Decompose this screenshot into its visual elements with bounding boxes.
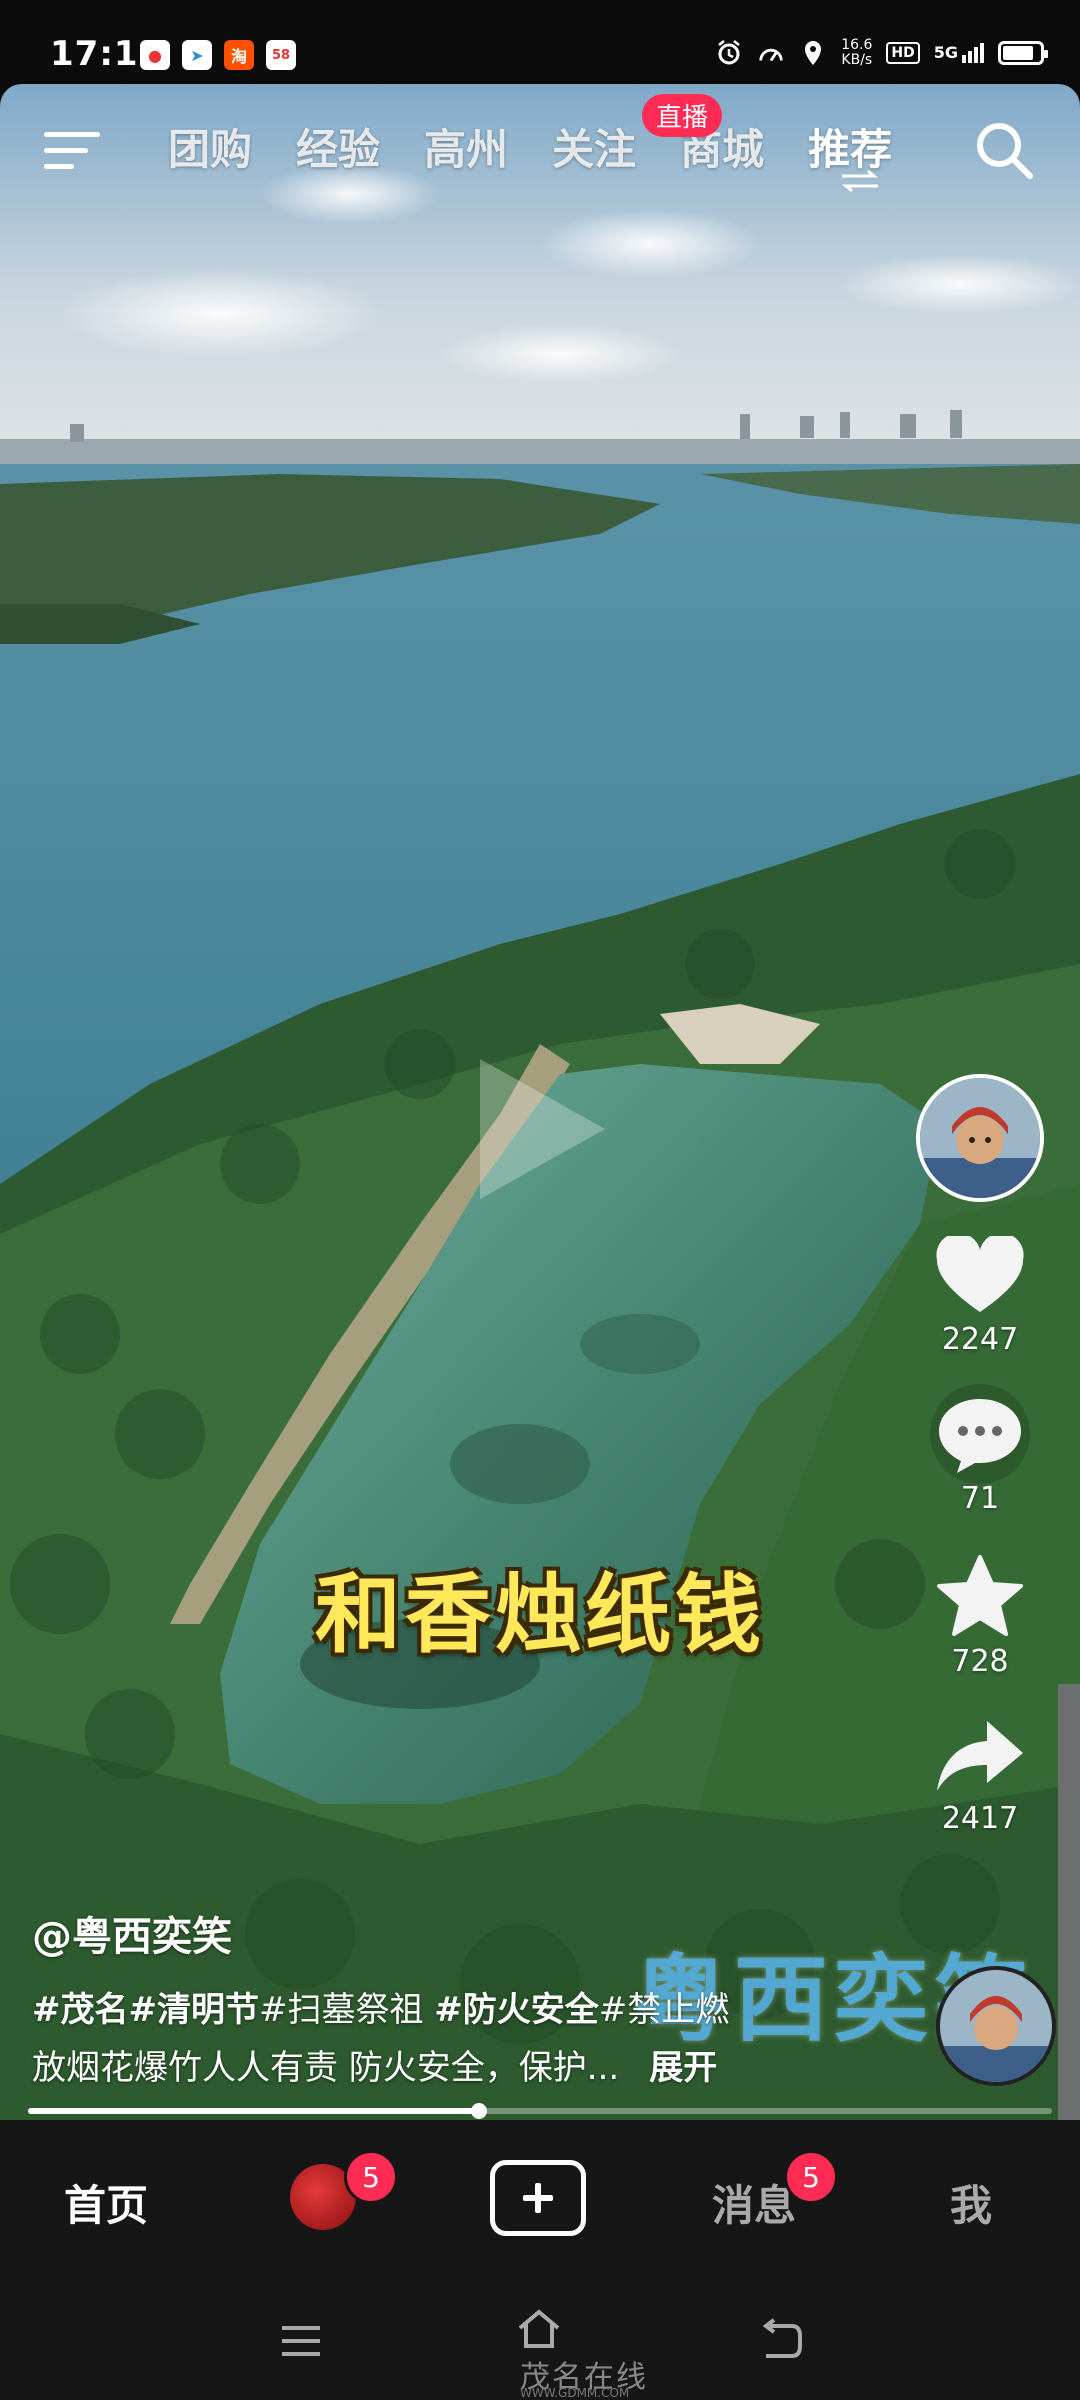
hd-icon: HD: [886, 42, 920, 64]
author-name[interactable]: @粤西奕笑: [32, 1904, 232, 1962]
share-count: 2417: [941, 1801, 1019, 1836]
58-icon: 58: [266, 40, 296, 70]
status-bar: 17:14 ● ➤ 淘 58 16.6 KB/s HD 5G: [0, 0, 1080, 84]
comment-button[interactable]: 71: [935, 1395, 1025, 1516]
play-icon[interactable]: [470, 1054, 610, 1204]
speedometer-icon: [757, 39, 785, 67]
author-avatar[interactable]: [916, 1074, 1044, 1202]
video-description: 放烟花爆竹人人有责 防火安全，保护... 展开: [32, 2048, 718, 2088]
friends-badge: 5: [344, 2150, 398, 2204]
music-disc[interactable]: [936, 1966, 1056, 2086]
tab-group-buy[interactable]: 团购: [168, 116, 252, 177]
telegram-icon: ➤: [182, 40, 212, 70]
nav-me[interactable]: 我: [950, 2172, 992, 2233]
heart-icon: [936, 1236, 1024, 1312]
home-nav-icon[interactable]: [514, 2304, 564, 2354]
action-rail: 2247 71 728 2417: [900, 1074, 1060, 1836]
create-button[interactable]: [490, 2160, 586, 2236]
battery-icon: [998, 41, 1048, 65]
switch-arrows-icon: [841, 170, 879, 192]
video-player[interactable]: 团购 经验 高州 关注 商城 推荐 直播 和香烛纸钱 2247 71 728 2…: [0, 84, 1080, 2120]
tab-following[interactable]: 关注: [552, 116, 636, 177]
favorite-button[interactable]: 728: [935, 1554, 1025, 1679]
hashtags[interactable]: #茂名#清明节#扫墓祭祖 #防火安全#禁止燃: [32, 1982, 729, 2031]
favorite-count: 728: [951, 1644, 1009, 1679]
back-nav-icon[interactable]: [756, 2316, 806, 2366]
expand-button[interactable]: 展开: [649, 2048, 717, 2088]
notification-icons: ● ➤ 淘 58: [140, 40, 296, 70]
location-app-icon: ●: [140, 40, 170, 70]
like-count: 2247: [941, 1322, 1019, 1357]
status-indicators: 16.6 KB/s HD 5G: [715, 37, 1048, 68]
progress-knob[interactable]: [470, 2103, 487, 2119]
tab-recommend[interactable]: 推荐: [808, 116, 892, 192]
menu-nav-icon[interactable]: [276, 2316, 326, 2366]
network-speed: 16.6 KB/s: [841, 37, 873, 68]
feed-tabs: 团购 经验 高州 关注 商城 推荐: [168, 116, 892, 192]
site-url: WWW.GDMM.COM: [520, 2386, 630, 2400]
messages-badge: 5: [784, 2150, 838, 2204]
bottom-nav: 首页 5 消息 5 我: [0, 2120, 1080, 2280]
menu-icon[interactable]: [44, 124, 100, 174]
nav-home[interactable]: 首页: [64, 2172, 148, 2233]
share-icon: [937, 1721, 1023, 1791]
taobao-icon: 淘: [224, 40, 254, 70]
alarm-icon: [715, 39, 743, 67]
location-icon: [799, 39, 827, 67]
tab-experience[interactable]: 经验: [296, 116, 380, 177]
tab-gaozhou[interactable]: 高州: [424, 116, 508, 177]
signal-icon: 5G: [934, 43, 984, 63]
comment-icon: [939, 1399, 1021, 1473]
like-button[interactable]: 2247: [935, 1236, 1025, 1357]
comment-count: 71: [960, 1481, 1000, 1516]
video-progress-bar[interactable]: [28, 2103, 1052, 2119]
live-badge[interactable]: 直播: [642, 94, 723, 137]
share-button[interactable]: 2417: [935, 1717, 1025, 1836]
star-icon: [937, 1555, 1023, 1636]
system-nav: 茂名在线 WWW.GDMM.COM: [0, 2280, 1080, 2400]
search-icon[interactable]: [972, 118, 1036, 182]
top-nav: 团购 经验 高州 关注 商城 推荐 直播: [0, 84, 1080, 214]
